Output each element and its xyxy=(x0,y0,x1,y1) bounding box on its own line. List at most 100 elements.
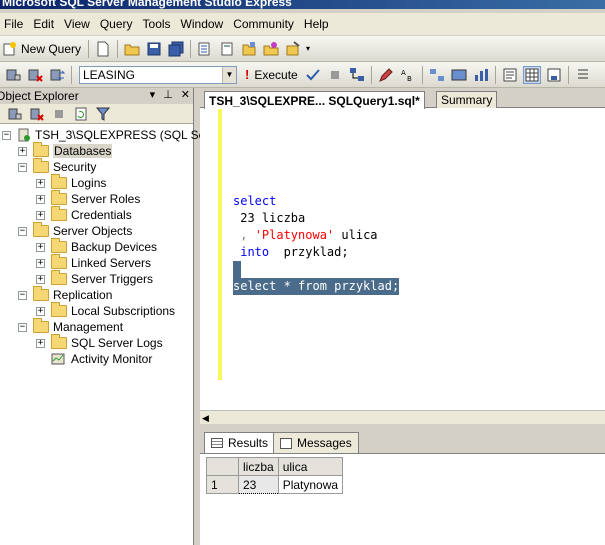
save-all-button[interactable] xyxy=(167,40,185,58)
menu-community[interactable]: Community xyxy=(229,17,300,31)
expand-icon[interactable]: + xyxy=(36,258,45,268)
expand-icon[interactable]: + xyxy=(36,194,45,204)
properties-button[interactable] xyxy=(284,40,302,58)
grid-cell[interactable]: Platynowa xyxy=(277,475,344,494)
disconnect-button[interactable] xyxy=(26,66,44,84)
horizontal-scrollbar[interactable]: ◀ xyxy=(200,410,605,424)
tree-node-server-triggers[interactable]: + Server Triggers xyxy=(36,270,153,287)
results-grid: liczba ulica 1 23 Platynowa xyxy=(206,457,344,494)
menu-view[interactable]: View xyxy=(60,17,96,31)
grid-cell[interactable]: 23 xyxy=(238,475,279,494)
collapse-icon[interactable]: − xyxy=(18,290,27,300)
change-connection-button[interactable] xyxy=(48,66,66,84)
client-statistics-button[interactable] xyxy=(472,66,490,84)
parse-button[interactable] xyxy=(304,66,322,84)
collapse-icon[interactable]: − xyxy=(18,162,27,172)
tree-node-server[interactable]: − TSH_3\SQLEXPRESS (SQL Server xyxy=(2,127,226,143)
tree-label-sql-server-logs: SQL Server Logs xyxy=(71,336,163,350)
query-designer-button[interactable] xyxy=(377,66,395,84)
tree-node-backup-devices[interactable]: + Backup Devices xyxy=(36,238,157,255)
tab-summary[interactable]: Summary xyxy=(436,91,498,108)
expand-icon[interactable]: + xyxy=(36,210,45,220)
cancel-query-button[interactable] xyxy=(326,66,344,84)
open-button[interactable] xyxy=(123,40,141,58)
close-icon[interactable]: ✕ xyxy=(181,88,190,101)
specify-values-button[interactable] xyxy=(428,66,446,84)
tree-node-management[interactable]: − Management xyxy=(18,318,123,335)
tab-sqlquery1[interactable]: TSH_3\SQLEXPRE... SQLQuery1.sql* xyxy=(204,91,425,109)
tree-node-credentials[interactable]: + Credentials xyxy=(36,206,132,223)
menu-query[interactable]: Query xyxy=(96,17,139,31)
comment-button[interactable] xyxy=(574,66,592,84)
tab-results[interactable]: Results xyxy=(204,432,276,453)
template-explorer-button[interactable] xyxy=(240,40,258,58)
display-plan-button[interactable] xyxy=(348,66,366,84)
tree-node-databases[interactable]: + Databases xyxy=(18,142,113,159)
code-line-6: select * from przyklad; xyxy=(233,278,400,295)
tree-node-server-objects[interactable]: − Server Objects xyxy=(18,222,132,239)
query-toolbar: LEASING ▼ ! Execute AB xyxy=(0,62,605,88)
expand-icon[interactable]: + xyxy=(36,338,45,348)
expand-icon[interactable]: + xyxy=(36,242,45,252)
tree-node-server-roles[interactable]: + Server Roles xyxy=(36,190,140,207)
collapse-icon[interactable]: − xyxy=(18,322,27,332)
menu-help[interactable]: Help xyxy=(300,17,335,31)
oe-filter-button[interactable] xyxy=(94,105,112,123)
oe-connect-button[interactable] xyxy=(6,105,24,123)
tree-label-activity-monitor: Activity Monitor xyxy=(71,352,153,366)
row-number[interactable]: 1 xyxy=(206,475,239,494)
dropdown-icon[interactable]: ▾ xyxy=(150,88,156,101)
column-header[interactable]: liczba xyxy=(238,457,279,476)
folder-icon xyxy=(33,222,49,237)
collapse-icon[interactable]: − xyxy=(18,226,27,236)
results-to-grid-button[interactable] xyxy=(522,65,541,84)
tree-node-local-subscriptions[interactable]: + Local Subscriptions xyxy=(36,302,175,319)
tree-node-linked-servers[interactable]: + Linked Servers xyxy=(36,254,151,271)
expand-icon[interactable]: + xyxy=(36,306,45,316)
intellisense-button[interactable]: AB xyxy=(399,66,417,84)
save-button[interactable] xyxy=(145,40,163,58)
toolbar-overflow-icon[interactable]: ▾ xyxy=(306,44,310,53)
tree-node-sql-server-logs[interactable]: + SQL Server Logs xyxy=(36,334,163,351)
oe-stop-button[interactable] xyxy=(50,105,68,123)
connect-button[interactable] xyxy=(4,66,22,84)
results-to-file-button[interactable] xyxy=(545,66,563,84)
new-query-button[interactable]: New Query xyxy=(2,41,81,57)
tree-node-logins[interactable]: + Logins xyxy=(36,174,106,191)
tab-messages[interactable]: Messages xyxy=(273,432,359,453)
object-explorer-button[interactable] xyxy=(196,40,214,58)
expand-icon[interactable]: + xyxy=(18,146,27,156)
tree-node-replication[interactable]: − Replication xyxy=(18,286,112,303)
registered-servers-button[interactable] xyxy=(218,40,236,58)
code-line-3: , 'Platynowa' ulica xyxy=(233,228,378,242)
oe-refresh-button[interactable] xyxy=(72,105,90,123)
expand-icon[interactable]: + xyxy=(36,274,45,284)
chevron-down-icon[interactable]: ▼ xyxy=(222,66,236,83)
menu-edit[interactable]: Edit xyxy=(29,17,60,31)
folder-icon xyxy=(51,174,67,189)
column-header[interactable]: ulica xyxy=(277,457,344,476)
tree-label-server: TSH_3\SQLEXPRESS (SQL Server xyxy=(35,128,226,142)
new-file-button[interactable] xyxy=(94,40,112,58)
database-select[interactable]: LEASING ▼ xyxy=(79,65,237,84)
tree-node-security[interactable]: − Security xyxy=(18,158,96,175)
results-to-text-button[interactable] xyxy=(501,66,519,84)
pin-icon[interactable]: ⊥ xyxy=(163,88,173,101)
scroll-left-icon[interactable]: ◀ xyxy=(202,413,209,424)
object-explorer-icon xyxy=(198,42,210,55)
query-editor[interactable]: select 23 liczba , 'Platynowa' ulica int… xyxy=(200,108,605,410)
menu-file[interactable]: File xyxy=(0,17,29,31)
menu-tools[interactable]: Tools xyxy=(139,17,177,31)
oe-disconnect-button[interactable] xyxy=(28,105,46,123)
menu-window[interactable]: Window xyxy=(177,17,230,31)
tab-sqlquery1-label: TSH_3\SQLEXPRE... SQLQuery1.sql* xyxy=(209,93,420,108)
new-query-label: New Query xyxy=(21,41,82,56)
grid-corner[interactable] xyxy=(206,457,239,476)
include-plan-button[interactable] xyxy=(450,66,468,84)
collapse-icon[interactable]: − xyxy=(2,130,11,140)
execution-plan-icon xyxy=(349,67,364,81)
execute-button[interactable]: ! Execute xyxy=(245,67,298,82)
solution-explorer-button[interactable] xyxy=(262,40,280,58)
expand-icon[interactable]: + xyxy=(36,178,45,188)
tree-node-activity-monitor[interactable]: Activity Monitor xyxy=(36,351,152,367)
